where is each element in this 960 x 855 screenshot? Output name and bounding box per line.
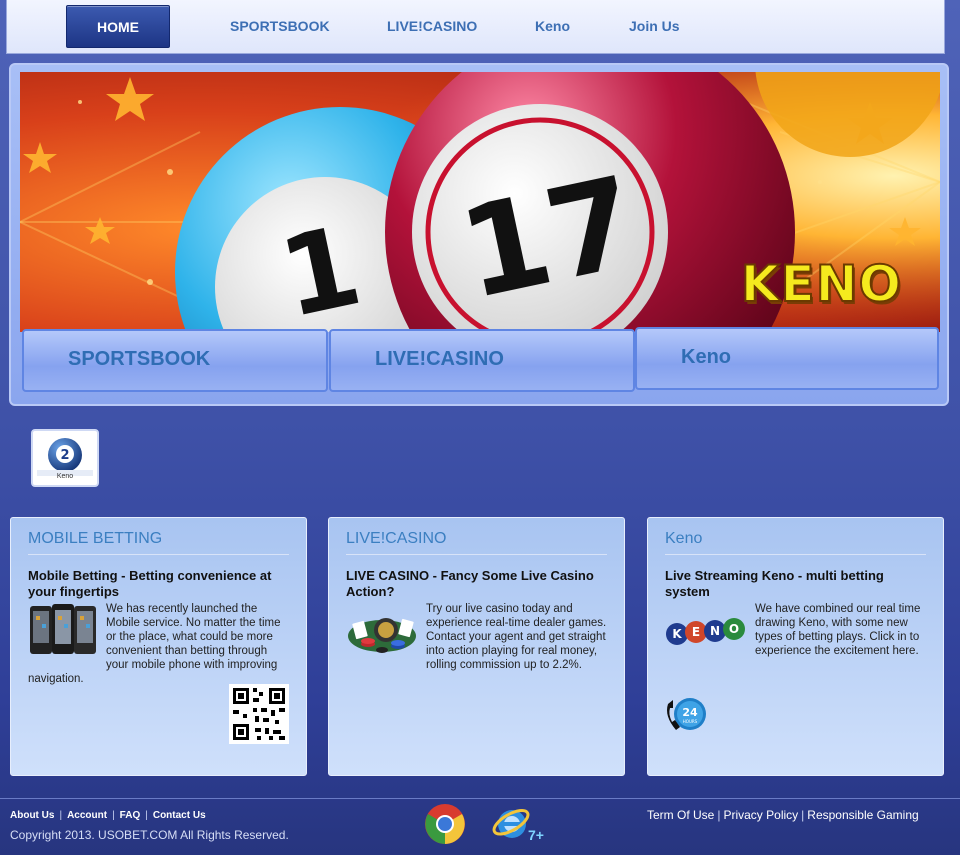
- mobile-phones-image: [30, 604, 96, 654]
- footer-link-responsible-gaming[interactable]: Responsible Gaming: [807, 808, 918, 822]
- panel-heading: LIVE CASINO - Fancy Some Live Casino Act…: [346, 568, 594, 599]
- panel-heading: Mobile Betting - Betting convenience at …: [28, 568, 272, 599]
- keno-logo-letter: E: [692, 625, 700, 639]
- footer-link-about[interactable]: About Us: [10, 810, 54, 821]
- panel-mobile-betting: MOBILE BETTING Mobile Betting - Betting …: [10, 517, 307, 776]
- footer-link-contact[interactable]: Contact Us: [153, 810, 206, 821]
- nav-join-link[interactable]: Join Us: [629, 18, 680, 34]
- panel-text: K E N O We have combined our real time d…: [665, 602, 926, 658]
- support-hours-text: HOURS: [683, 719, 698, 724]
- chrome-icon[interactable]: [424, 803, 466, 845]
- keno-logo-letter: K: [672, 627, 682, 641]
- nav-keno-link[interactable]: Keno: [535, 18, 570, 34]
- hero-tab-livecasino[interactable]: LIVE!CASINO: [329, 329, 635, 392]
- footer-policy-links: Term Of Use | Privacy Policy | Responsible G…: [647, 808, 919, 822]
- footer-link-account[interactable]: Account: [67, 810, 107, 821]
- copyright-text: Copyright 2013. USOBET.COM All Rights Re…: [10, 828, 289, 842]
- hero-tab-sportsbook[interactable]: SPORTSBOOK: [22, 329, 328, 392]
- internet-explorer-icon[interactable]: [492, 804, 532, 844]
- nav-livecasino-link[interactable]: LIVE!CASINO: [387, 18, 477, 34]
- footer-link-terms[interactable]: Term Of Use: [647, 808, 714, 822]
- footer-link-privacy[interactable]: Privacy Policy: [723, 808, 798, 822]
- nav-sportsbook-link[interactable]: SPORTSBOOK: [230, 18, 330, 34]
- hero-tab-keno[interactable]: Keno: [635, 327, 939, 390]
- footer-link-faq[interactable]: FAQ: [120, 810, 141, 821]
- panel-live-casino: LIVE!CASINO LIVE CASINO - Fancy Some Liv…: [328, 517, 625, 776]
- panel-keno: Keno Live Streaming Keno - multi betting…: [647, 517, 944, 776]
- panel-body: Try our live casino today and experience…: [426, 603, 607, 671]
- hero-section: 1 17 KENO SPORTSBOOK LIVE!CASINO Keno: [9, 63, 949, 406]
- footer-divider: [0, 798, 960, 799]
- phone-24h-icon[interactable]: 24 HOURS: [664, 696, 708, 736]
- panel-title[interactable]: LIVE!CASINO: [346, 530, 607, 555]
- panel-body: We have combined our real time drawing K…: [755, 603, 921, 657]
- keno-logo-letter: O: [729, 622, 739, 636]
- casino-chips-image: [348, 618, 416, 653]
- badge-number: 2: [60, 448, 69, 463]
- keno-logo-letter: N: [710, 624, 720, 638]
- keno-shortcut-label: Keno: [56, 473, 74, 480]
- qr-code-icon[interactable]: [229, 684, 289, 744]
- support-hours-number: 24: [682, 706, 698, 719]
- keno-banner[interactable]: 1 17 KENO: [20, 72, 940, 332]
- footer-links: About Us | Account | FAQ | Contact Us: [10, 810, 206, 821]
- panel-heading: Live Streaming Keno - multi betting syst…: [665, 568, 884, 599]
- nav-home-button[interactable]: HOME: [66, 5, 170, 48]
- top-navigation: HOME SPORTSBOOK LIVE!CASINO Keno Join Us: [6, 0, 945, 54]
- ie-version-label: 7+: [528, 827, 544, 843]
- panel-text: Try our live casino today and experience…: [346, 602, 607, 672]
- banner-keno-label: KENO: [740, 254, 902, 314]
- panel-title[interactable]: MOBILE BETTING: [28, 530, 289, 555]
- keno-ball-icon: 2: [37, 438, 93, 476]
- keno-logo-image: K E N O: [666, 618, 745, 645]
- panel-title[interactable]: Keno: [665, 530, 926, 555]
- panel-text: We has recently launched the Mobile serv…: [28, 602, 289, 686]
- keno-shortcut[interactable]: 2 Keno: [31, 429, 99, 487]
